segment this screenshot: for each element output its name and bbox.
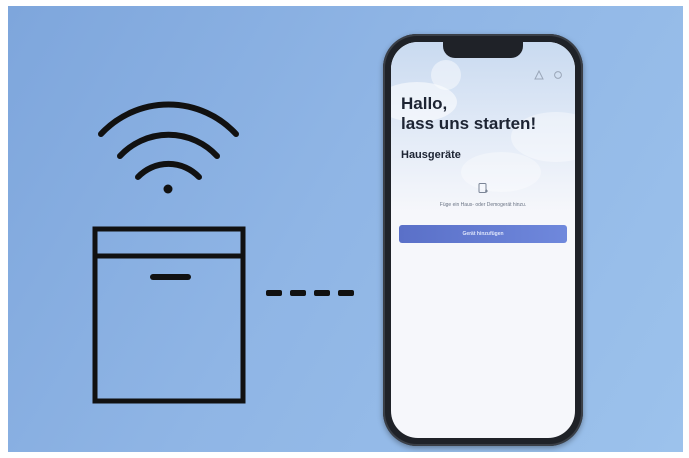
dashed-connection-line xyxy=(266,290,354,296)
page-title: Hallo, lass uns starten! xyxy=(401,94,536,134)
phone-notch xyxy=(443,42,523,58)
notification-icon[interactable] xyxy=(534,69,544,80)
add-device-button[interactable]: Gerät hinzufügen xyxy=(399,225,567,243)
empty-state-message: Füge ein Haus- oder Demogerät hinzu. xyxy=(439,202,527,208)
app-screen: Hallo, lass uns starten! Hausgeräte Füge… xyxy=(391,42,575,438)
add-device-icon xyxy=(478,183,488,193)
section-title-appliances: Hausgeräte xyxy=(401,149,461,161)
smartphone: Hallo, lass uns starten! Hausgeräte Füge… xyxy=(383,34,583,446)
hero-illustration: Hallo, lass uns starten! Hausgeräte Füge… xyxy=(8,6,683,452)
settings-icon[interactable] xyxy=(553,70,563,80)
dishwasher-icon xyxy=(92,226,246,404)
greeting-line-1: Hallo, xyxy=(401,94,448,113)
wifi-icon xyxy=(98,101,239,194)
greeting-line-2: lass uns starten! xyxy=(401,114,537,133)
